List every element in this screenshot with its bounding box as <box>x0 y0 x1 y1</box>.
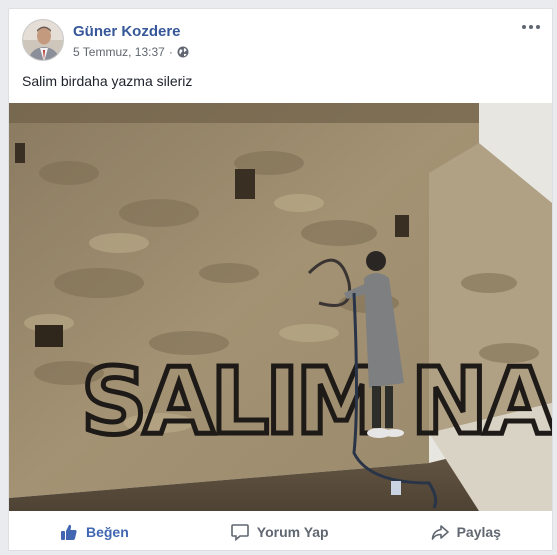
avatar-portrait-icon <box>23 20 63 60</box>
share-button[interactable]: Paylaş <box>431 523 501 541</box>
author-avatar[interactable] <box>22 19 64 61</box>
comment-icon <box>230 524 249 541</box>
more-options-icon[interactable] <box>520 21 542 33</box>
globe-icon[interactable] <box>177 46 189 58</box>
post-photo[interactable]: SALIM NA <box>9 103 552 511</box>
share-label: Paylaş <box>456 524 501 540</box>
post-text: Salim birdaha yazma sileriz <box>22 73 193 89</box>
author-name-link[interactable]: Güner Kozdere <box>73 23 181 40</box>
graffiti-text: SALIM NA <box>81 348 552 455</box>
comment-button[interactable]: Yorum Yap <box>230 523 329 541</box>
like-button[interactable]: Beğen <box>60 523 129 541</box>
share-icon <box>431 525 449 540</box>
like-label: Beğen <box>85 524 129 540</box>
wall-graffiti-photo: SALIM NA <box>9 103 552 511</box>
post-actions-bar: Beğen Yorum Yap Paylaş <box>9 514 552 550</box>
thumbs-up-icon <box>60 524 77 540</box>
post-timestamp[interactable]: 5 Temmuz, 13:37 <box>73 45 165 59</box>
post-meta: 5 Temmuz, 13:37 · <box>73 45 189 59</box>
comment-label: Yorum Yap <box>256 524 329 540</box>
feed-post: Güner Kozdere 5 Temmuz, 13:37 · Salim bi… <box>8 8 553 551</box>
meta-separator: · <box>168 45 173 59</box>
post-header: Güner Kozdere 5 Temmuz, 13:37 · <box>9 9 552 73</box>
